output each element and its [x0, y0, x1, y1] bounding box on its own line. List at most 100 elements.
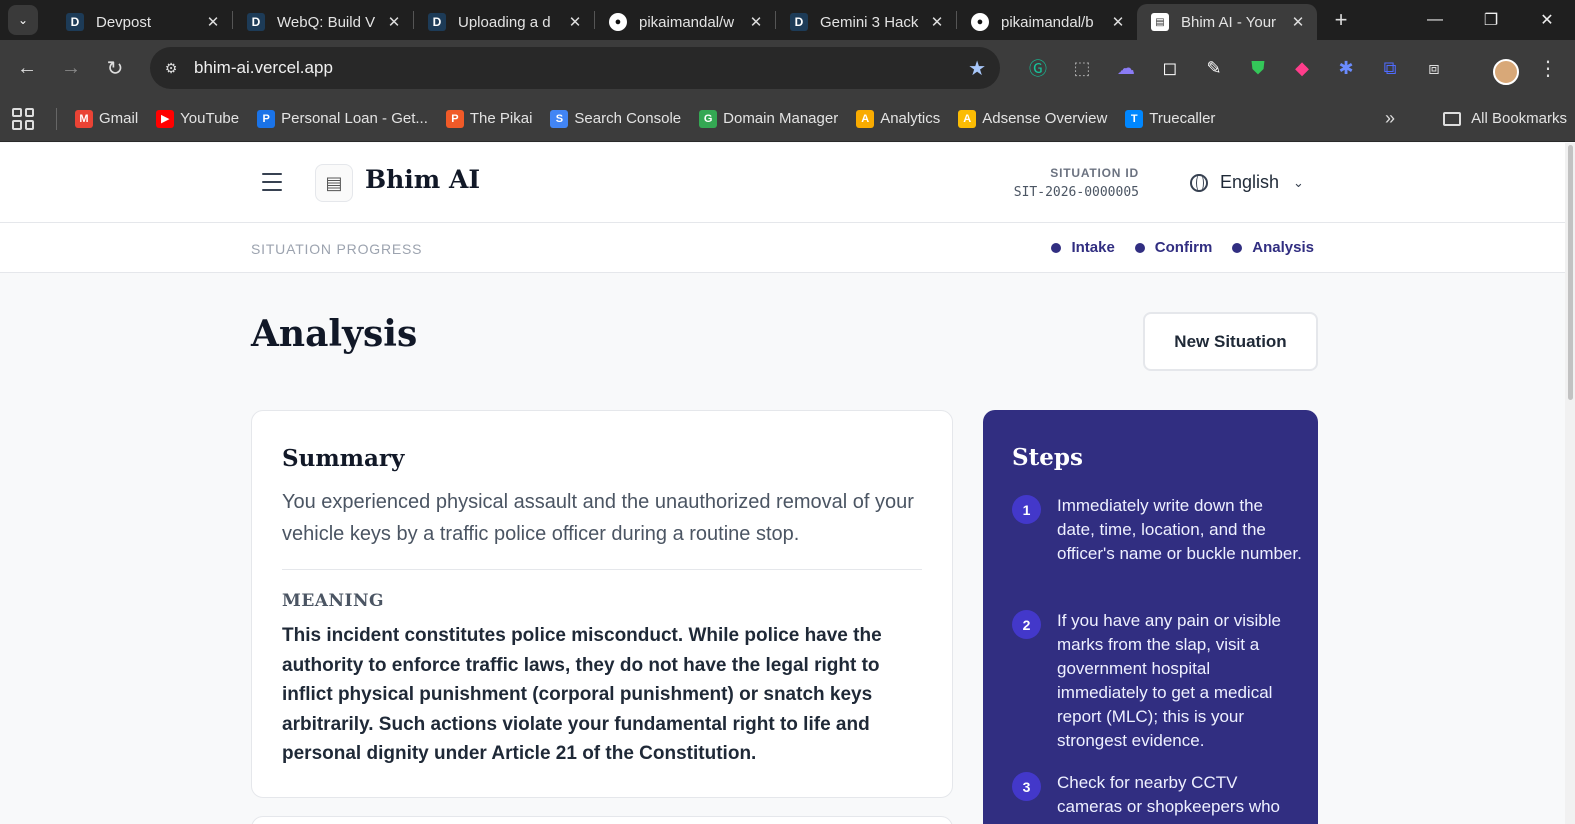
bookmark-truecaller[interactable]: T Truecaller [1125, 109, 1215, 128]
new-tab-button[interactable]: + [1325, 4, 1357, 36]
bookmarks-bar: M Gmail ▶ YouTube P Personal Loan - Get... … [0, 96, 1575, 142]
browser-tab[interactable]: D Uploading a d ✕ [414, 5, 594, 39]
bookmark-label: YouTube [180, 110, 240, 127]
step-text: If you have any pain or visible marks fr… [1057, 611, 1281, 750]
menu-kebab-icon[interactable]: ⋮ [1531, 51, 1565, 85]
translate-extension-icon[interactable]: ⧉ [1368, 48, 1412, 88]
github-icon: ● [971, 13, 989, 31]
tab-title: Gemini 3 Hack [820, 13, 919, 31]
browser-tab[interactable]: D WebQ: Build V ✕ [233, 5, 413, 39]
step-number: 3 [1012, 772, 1041, 801]
extensions-puzzle-icon[interactable]: ⧈ [1412, 48, 1456, 88]
bookmark-label: The Pikai [469, 110, 533, 127]
divider [282, 569, 922, 570]
back-icon[interactable]: ← [10, 51, 44, 85]
square-extension-icon[interactable]: ◻ [1148, 48, 1192, 88]
browser-toolbar: ← → ↻ ⚙ bhim-ai.vercel.app ★ Ⓖ ⬚ ☁ ◻ ✎ ⛊… [0, 40, 1575, 96]
forward-icon[interactable]: → [54, 51, 88, 85]
close-tab-icon[interactable]: ✕ [204, 13, 222, 31]
grammarly-icon[interactable]: Ⓖ [1016, 48, 1060, 88]
analytics-icon: A [856, 109, 875, 128]
situation-id-value: SIT-2026-0000005 [1013, 185, 1139, 200]
new-situation-button[interactable]: New Situation [1143, 312, 1318, 371]
pink-extension-icon[interactable]: ◆ [1280, 48, 1324, 88]
close-tab-icon[interactable]: ✕ [928, 13, 946, 31]
site-info-icon[interactable]: ⚙ [154, 51, 188, 85]
tab-title: WebQ: Build V [277, 13, 376, 31]
window-controls: — ❐ ✕ [1407, 0, 1575, 40]
close-tab-icon[interactable]: ✕ [747, 13, 765, 31]
browser-tab-active[interactable]: ▤ Bhim AI - Your ✕ [1137, 4, 1317, 40]
devpost-icon: D [247, 13, 265, 31]
close-tab-icon[interactable]: ✕ [1109, 13, 1127, 31]
bookmark-adsense[interactable]: A Adsense Overview [958, 109, 1107, 128]
language-label: English [1220, 172, 1280, 192]
bookmark-label: Domain Manager [723, 110, 839, 127]
pikai-icon: P [445, 109, 464, 128]
close-window-icon[interactable]: ✕ [1519, 0, 1575, 40]
step-text: Check for nearby CCTV cameras or shopkee… [1057, 773, 1281, 816]
book-logo-icon: ▤ [315, 164, 353, 202]
situation-id-label: SITUATION ID [1050, 166, 1139, 180]
summary-card: Summary You experienced physical assault… [251, 410, 953, 798]
devpost-icon: D [66, 13, 84, 31]
scrollbar-thumb[interactable] [1568, 145, 1573, 400]
browser-tab[interactable]: ● pikaimandal/w ✕ [595, 5, 775, 39]
color-picker-icon[interactable]: ✎ [1192, 48, 1236, 88]
summary-text: You experienced physical assault and the… [282, 491, 914, 545]
bookmark-the-pikai[interactable]: P The Pikai [445, 109, 533, 128]
bookmark-personal-loan[interactable]: P Personal Loan - Get... [257, 109, 428, 128]
step-dot-icon [1051, 242, 1062, 253]
gear-extension-icon[interactable]: ✱ [1324, 48, 1368, 88]
url-text[interactable]: bhim-ai.vercel.app [194, 58, 333, 78]
devpost-icon: D [428, 13, 446, 31]
address-bar[interactable]: ⚙ bhim-ai.vercel.app ★ [150, 47, 1000, 89]
chevron-down-icon: ⌄ [1293, 174, 1304, 190]
step-item: 1 Immediately write down the date, time,… [1012, 494, 1302, 566]
apps-grid-icon[interactable] [12, 107, 34, 130]
close-tab-icon[interactable]: ✕ [385, 13, 403, 31]
step-number: 1 [1012, 495, 1041, 524]
screenshot-icon[interactable]: ⬚ [1060, 48, 1104, 88]
reload-icon[interactable]: ↻ [98, 51, 132, 85]
tab-search-button[interactable]: ⌄ [8, 5, 38, 35]
steps-panel: Steps 1 Immediately write down the date,… [983, 410, 1318, 824]
summary-heading: Summary [282, 445, 405, 472]
page-title: Analysis [251, 313, 418, 355]
browser-tab[interactable]: ● pikaimandal/b ✕ [957, 5, 1137, 39]
bookmark-search-console[interactable]: S Search Console [550, 109, 681, 128]
progress-step-label: Intake [1071, 239, 1115, 256]
bookmark-star-icon[interactable]: ★ [968, 56, 986, 81]
globe-icon [1190, 173, 1208, 192]
tab-title: Uploading a d [458, 13, 551, 31]
progress-label: SITUATION PROGRESS [251, 241, 423, 257]
browser-tab[interactable]: D Devpost ✕ [52, 5, 232, 39]
hamburger-menu-icon[interactable] [262, 173, 282, 191]
shield-icon[interactable]: ⛊ [1236, 48, 1280, 88]
bookmark-domain-manager[interactable]: G Domain Manager [699, 109, 839, 128]
brand-name[interactable]: Bhim AI [365, 165, 480, 194]
profile-avatar[interactable] [1493, 59, 1519, 85]
minimize-icon[interactable]: — [1407, 0, 1463, 40]
truecaller-icon: T [1125, 109, 1144, 128]
browser-tab[interactable]: D Gemini 3 Hack ✕ [776, 5, 956, 39]
bookmark-gmail[interactable]: M Gmail [75, 109, 138, 128]
close-tab-icon[interactable]: ✕ [566, 13, 584, 31]
all-bookmarks[interactable]: All Bookmarks [1443, 110, 1567, 127]
cloud-extension-icon[interactable]: ☁ [1104, 48, 1148, 88]
next-card [251, 816, 953, 824]
restore-icon[interactable]: ❐ [1463, 0, 1519, 40]
step-item: 2 If you have any pain or visible marks … [1012, 609, 1302, 753]
page-scrollbar[interactable] [1565, 143, 1575, 824]
steps-heading: Steps [1012, 444, 1083, 471]
close-tab-icon[interactable]: ✕ [1289, 13, 1307, 31]
more-bookmarks-icon[interactable]: » [1385, 108, 1395, 129]
youtube-icon: ▶ [156, 109, 175, 128]
bookmark-analytics[interactable]: A Analytics [856, 109, 940, 128]
progress-steps: Intake Confirm Analysis [1051, 239, 1314, 256]
step-number: 2 [1012, 610, 1041, 639]
bookmark-youtube[interactable]: ▶ YouTube [156, 109, 240, 128]
language-selector[interactable]: English ⌄ [1190, 172, 1304, 193]
app-header: ▤ Bhim AI SITUATION ID SIT-2026-0000005 … [0, 143, 1565, 223]
loan-icon: P [257, 109, 276, 128]
